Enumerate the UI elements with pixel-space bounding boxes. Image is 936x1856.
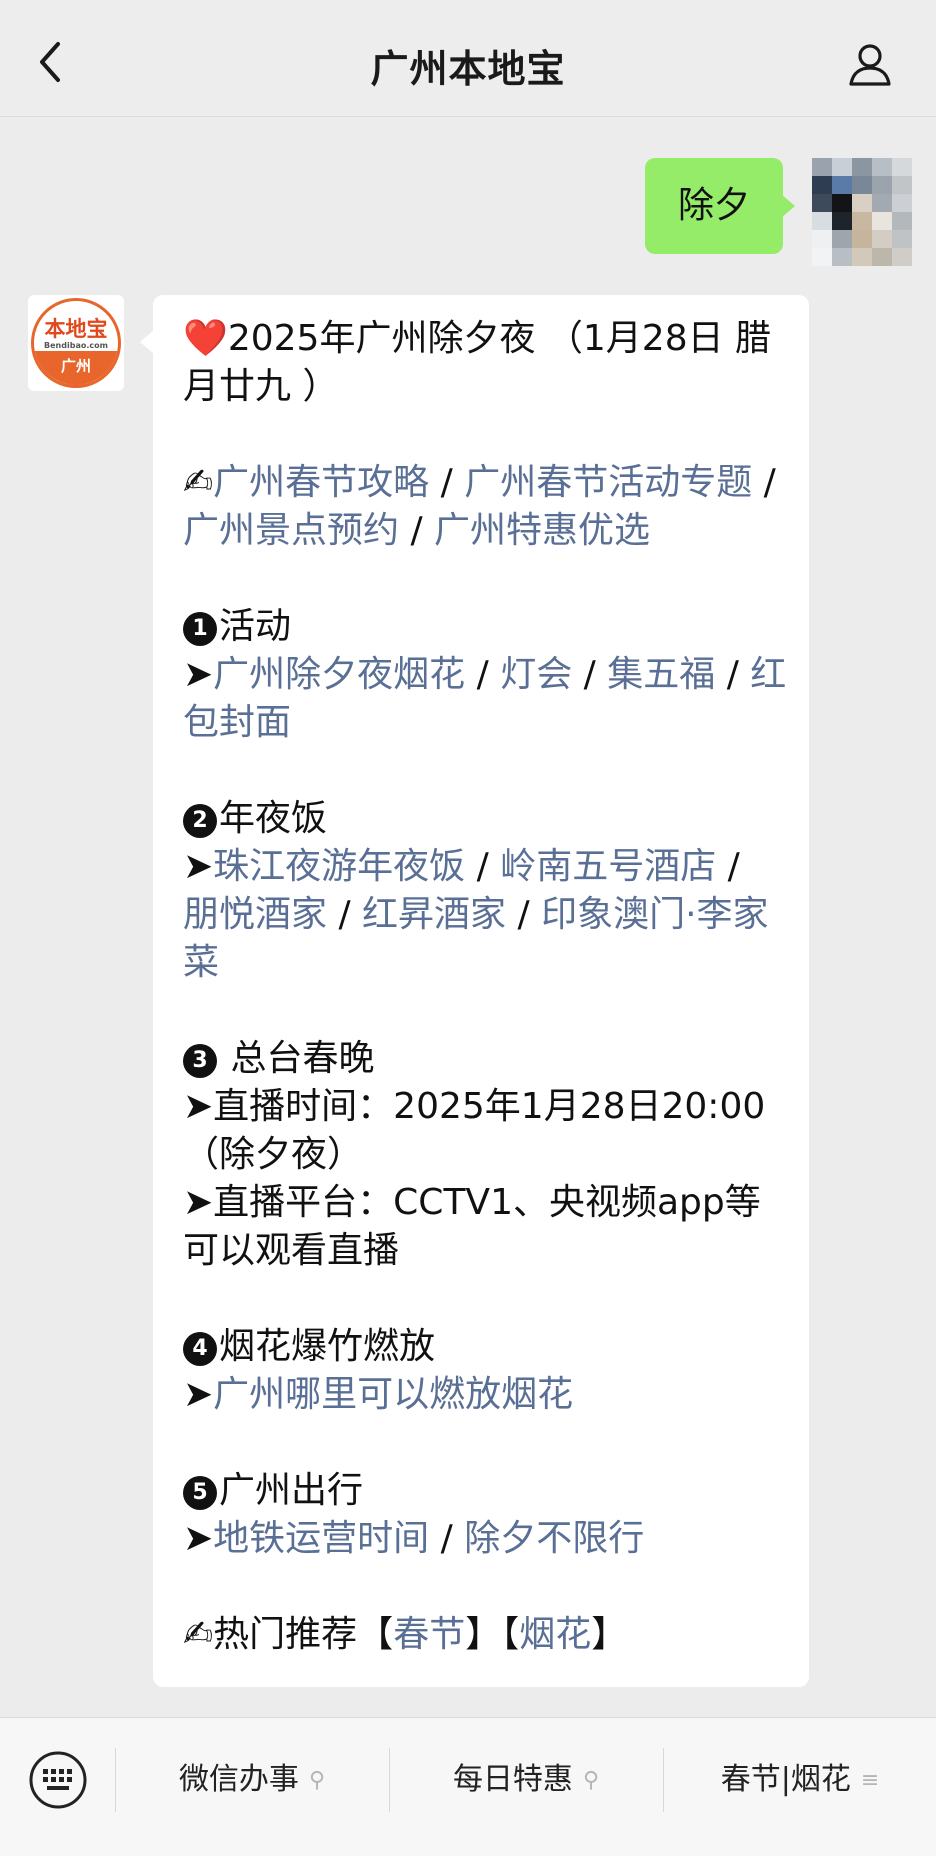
logo-city: 广州 — [34, 351, 118, 385]
writing-hand-icon: ✍ — [183, 1614, 214, 1655]
hot-recommend: ✍热门推荐【春节】【烟花】 — [183, 1614, 628, 1655]
link-spring-festival-guide[interactable]: 广州春节攻略 — [213, 462, 429, 503]
writing-hand-icon: ✍ — [183, 462, 214, 503]
logo-domain: Bendibao.com — [44, 341, 108, 350]
section-title: 4 烟花爆竹燃放 — [183, 1323, 787, 1371]
number-badge: 5 — [183, 1476, 217, 1510]
link-lingnan-hotel[interactable]: 岭南五号酒店 — [500, 846, 716, 887]
separator: / — [752, 462, 776, 503]
separator: / — [465, 654, 501, 695]
incoming-message: ❤️2025年广州除夕夜 （1月28日 腊月廿九 ） ✍广州春节攻略 / 广州春… — [153, 295, 809, 1687]
logo-name: 本地宝 — [44, 316, 108, 341]
separator: / — [327, 894, 363, 935]
link-pearl-river-dinner[interactable]: 珠江夜游年夜饭 — [213, 846, 465, 887]
section-title: 3 总台春晚 — [183, 1035, 787, 1083]
menu-item-label: 春节|烟花 — [720, 1762, 851, 1797]
keyboard-icon[interactable] — [28, 1750, 88, 1810]
section-title-text: 年夜饭 — [219, 798, 328, 839]
broadcast-time: ➤直播时间：2025年1月28日20:00（除夕夜） — [183, 1083, 787, 1179]
outgoing-message[interactable]: 除夕 — [645, 158, 783, 254]
separator: / — [429, 1518, 465, 1559]
chat-header: 广州本地宝 — [0, 0, 936, 117]
section-title-text: 总台春晚 — [219, 1038, 375, 1079]
arrow-icon: ➤ — [183, 1518, 214, 1559]
link-icon: ⚲ — [582, 1768, 600, 1793]
section-title-text: 活动 — [219, 606, 292, 647]
heart-icon: ❤️ — [183, 318, 228, 359]
heading-text: 2025年广州除夕夜 （1月28日 腊月廿九 ） — [183, 318, 772, 407]
person-icon[interactable] — [846, 40, 894, 88]
menu-item-spring-fireworks[interactable]: 春节|烟花 ≡ — [664, 1748, 936, 1812]
section-links: ➤地铁运营时间 / 除夕不限行 — [183, 1515, 787, 1563]
broadcast-time-text: 直播时间：2025年1月28日20:00（除夕夜） — [183, 1086, 766, 1175]
separator: / — [399, 510, 435, 551]
bendibao-avatar[interactable]: 本地宝 Bendibao.com 广州 — [28, 295, 124, 391]
arrow-icon: ➤ — [183, 1182, 214, 1223]
hot-label: 热门推荐 — [213, 1614, 358, 1655]
section-title: 1 活动 — [183, 603, 787, 651]
menu-icon: ≡ — [860, 1768, 880, 1793]
section-title-text: 烟花爆竹燃放 — [219, 1326, 436, 1367]
tag-spring-festival[interactable]: 春节 — [393, 1614, 465, 1655]
number-badge: 3 — [183, 1044, 217, 1078]
broadcast-platform: ➤直播平台：CCTV1、央视频app等可以观看直播 — [183, 1179, 787, 1275]
section-links: ➤珠江夜游年夜饭 / 岭南五号酒店 / 朋悦酒家 / 红昇酒家 / 印象澳门·李… — [183, 843, 787, 987]
section-title: 2 年夜饭 — [183, 795, 787, 843]
number-badge: 4 — [183, 1332, 217, 1366]
menu-item-label: 微信办事 — [178, 1762, 299, 1797]
number-badge: 2 — [183, 804, 217, 838]
menu-item-label: 每日特惠 — [452, 1762, 573, 1797]
separator: / — [465, 846, 501, 887]
link-spring-festival-events[interactable]: 广州春节活动专题 — [464, 462, 752, 503]
menu-item-daily-deals[interactable]: 每日特惠 ⚲ — [390, 1748, 662, 1812]
arrow-icon: ➤ — [183, 654, 214, 695]
incoming-bubble-tail — [140, 330, 154, 354]
chat-title: 广州本地宝 — [370, 47, 566, 91]
section-links: ➤广州哪里可以燃放烟花 — [183, 1371, 787, 1419]
separator: / — [716, 846, 740, 887]
broadcast-platform-text: 直播平台：CCTV1、央视频app等可以观看直播 — [183, 1182, 761, 1271]
my-avatar[interactable] — [812, 158, 912, 266]
link-scenic-booking[interactable]: 广州景点预约 — [183, 510, 399, 551]
arrow-icon: ➤ — [183, 1374, 214, 1415]
message-heading: ❤️2025年广州除夕夜 （1月28日 腊月廿九 ） — [183, 315, 787, 411]
section-title-text: 广州出行 — [219, 1470, 364, 1511]
link-lantern-fair[interactable]: 灯会 — [500, 654, 572, 695]
separator: / — [429, 462, 465, 503]
separator: / — [572, 654, 608, 695]
arrow-icon: ➤ — [183, 846, 214, 887]
outgoing-bubble-tail — [781, 194, 795, 218]
tag-fireworks[interactable]: 烟花 — [519, 1614, 591, 1655]
separator: / — [506, 894, 542, 935]
link-fireworks[interactable]: 广州除夕夜烟花 — [213, 654, 465, 695]
link-five-blessings[interactable]: 集五福 — [607, 654, 715, 695]
guide-links: ✍广州春节攻略 / 广州春节活动专题 / 广州景点预约 / 广州特惠优选 — [183, 459, 787, 555]
link-metro-hours[interactable]: 地铁运营时间 — [213, 1518, 429, 1559]
section-links: ➤广州除夕夜烟花 / 灯会 / 集五福 / 红包封面 — [183, 651, 787, 747]
menu-item-wechat-services[interactable]: 微信办事 ⚲ — [116, 1748, 388, 1812]
number-badge: 1 — [183, 612, 217, 646]
link-special-deals[interactable]: 广州特惠优选 — [434, 510, 650, 551]
bendibao-logo: 本地宝 Bendibao.com 广州 — [31, 298, 121, 388]
arrow-icon: ➤ — [183, 1086, 214, 1127]
link-hongsheng-restaurant[interactable]: 红昇酒家 — [362, 894, 506, 935]
link-icon: ⚲ — [308, 1768, 326, 1793]
link-pengyue-restaurant[interactable]: 朋悦酒家 — [183, 894, 327, 935]
section-title: 5 广州出行 — [183, 1467, 787, 1515]
separator: / — [715, 654, 751, 695]
link-fireworks-locations[interactable]: 广州哪里可以燃放烟花 — [213, 1374, 573, 1415]
link-no-traffic-restriction[interactable]: 除夕不限行 — [464, 1518, 644, 1559]
official-account-menu: 微信办事 ⚲ 每日特惠 ⚲ 春节|烟花 ≡ — [0, 1717, 936, 1856]
